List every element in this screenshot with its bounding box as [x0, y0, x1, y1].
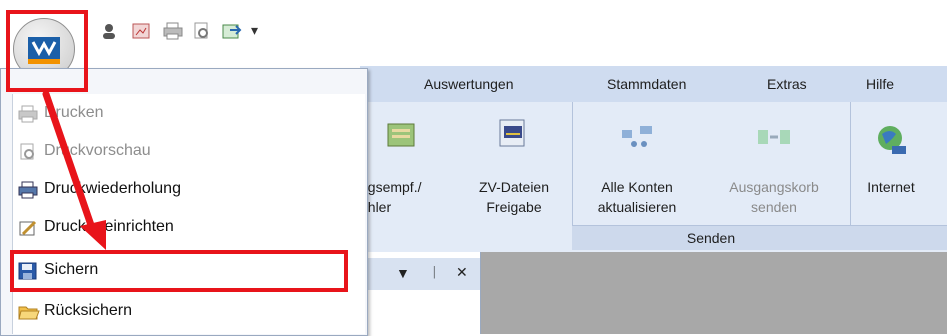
panel-close-icon[interactable]: ✕: [456, 264, 468, 281]
zv-dateien-label-2: Freigabe: [486, 199, 542, 215]
tab-auswertungen[interactable]: Auswertungen: [424, 76, 514, 92]
panel-pin-icon[interactable]: ᛁ: [430, 264, 438, 280]
zv-dateien-freigabe-button[interactable]: ZV-Dateien Freigabe: [456, 102, 566, 226]
globe-icon: [876, 124, 908, 156]
ausgangskorb-senden-button[interactable]: Ausgangskorb senden: [704, 102, 844, 226]
ribbon-tabs: Auswertungen Stammdaten Extras Hilfe: [360, 66, 947, 103]
ausgangskorb-label-2: senden: [751, 199, 797, 215]
group-title-senden: Senden: [572, 225, 850, 250]
ribbon-group-senden: Alle Konten aktualisieren Ausgangskorb s…: [572, 102, 851, 250]
send-outbox-icon: [756, 124, 792, 150]
ribbon-group-internet: Internet: [850, 102, 947, 250]
document-stack-icon: [496, 116, 530, 150]
alle-konten-label-2: aktualisieren: [597, 199, 677, 215]
refresh-accounts-icon: [620, 124, 656, 150]
tab-hilfe[interactable]: Hilfe: [866, 76, 894, 92]
annotation-arrow: [42, 90, 106, 250]
tab-extras[interactable]: Extras: [767, 76, 807, 92]
ribbon-group-zahlungen: ngsempf./ ahler ZV-Dateien Freigabe: [360, 102, 573, 250]
address-book-icon: [386, 120, 416, 150]
zahlungsempfaenger-label-1: ngsempf./: [360, 179, 422, 195]
side-panel-header: ▼ ᛁ ✕: [360, 258, 480, 290]
alle-konten-aktualisieren-button[interactable]: Alle Konten aktualisieren: [578, 102, 696, 226]
internet-label: Internet: [867, 179, 915, 195]
panel-dropdown-icon[interactable]: ▼: [396, 265, 410, 281]
group-title-internet: [850, 225, 947, 250]
zahlungsempfaenger-button[interactable]: ngsempf./ ahler: [360, 102, 460, 226]
ribbon-body: ngsempf./ ahler ZV-Dateien Freigabe Alle…: [360, 102, 947, 252]
alle-konten-label-1: Alle Konten: [601, 179, 673, 195]
zv-dateien-label-1: ZV-Dateien: [478, 179, 550, 195]
internet-button[interactable]: Internet: [856, 102, 936, 226]
tab-stammdaten[interactable]: Stammdaten: [607, 76, 686, 92]
workspace-area: [481, 252, 947, 334]
ausgangskorb-label-1: Ausgangskorb: [729, 179, 819, 195]
